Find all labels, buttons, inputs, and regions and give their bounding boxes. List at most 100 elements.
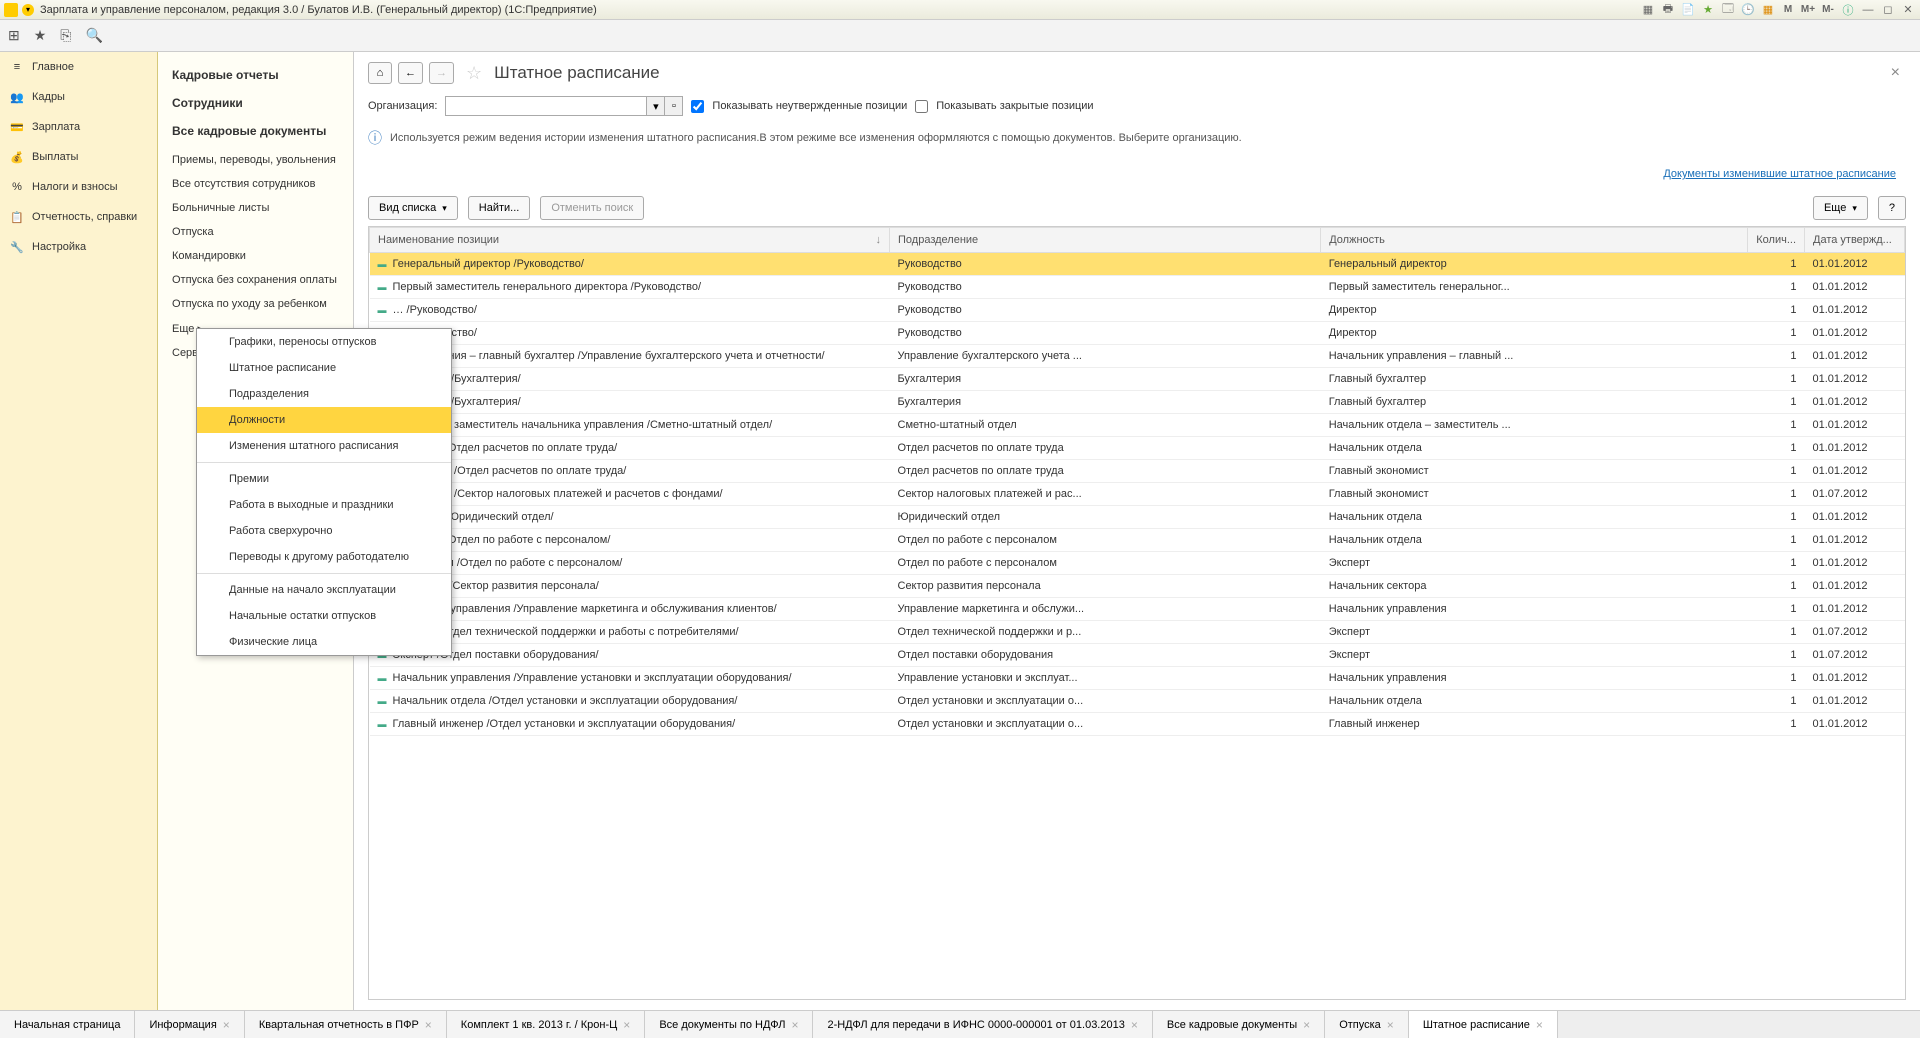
table-row[interactable]: ▬…кономист /Сектор налоговых платежей и …	[370, 483, 1905, 506]
subnav-header-employees[interactable]: Сотрудники	[158, 92, 353, 120]
popup-item-2[interactable]: Подразделения	[197, 381, 451, 407]
col-header-2[interactable]: Должность	[1321, 228, 1748, 253]
nav-item-6[interactable]: 🔧Настройка	[0, 232, 157, 262]
table-row[interactable]: ▬Начальник управления /Управление устано…	[370, 667, 1905, 690]
table-row[interactable]: ▬…категории /Отдел по работе с персонало…	[370, 552, 1905, 575]
subnav-item-6[interactable]: Отпуска по уходу за ребенком	[158, 292, 353, 316]
table-row[interactable]: ▬… отдела /Юридический отдел/Юридический…	[370, 506, 1905, 529]
popup-item-11[interactable]: Физические лица	[197, 629, 451, 655]
popup-item-4[interactable]: Изменения штатного расписания	[197, 433, 451, 459]
icon-calc[interactable]: 🗔	[1720, 3, 1736, 17]
icon-print[interactable]: 🖶	[1660, 3, 1676, 17]
popup-item-8[interactable]: Переводы к другому работодателю	[197, 544, 451, 570]
tab-6[interactable]: Все кадровые документы×	[1153, 1011, 1325, 1038]
subnav-header-reports[interactable]: Кадровые отчеты	[158, 64, 353, 92]
icon-grid[interactable]: ▦	[1640, 3, 1656, 17]
view-mode-button[interactable]: Вид списка	[368, 196, 458, 220]
minimize-button[interactable]: —	[1860, 3, 1876, 17]
table-row[interactable]: ▬… отдела /Отдел расчетов по оплате труд…	[370, 437, 1905, 460]
chk-closed[interactable]	[915, 100, 928, 113]
popup-item-5[interactable]: Премии	[197, 466, 451, 492]
tab-close-icon[interactable]: ×	[791, 1018, 798, 1032]
subnav-item-4[interactable]: Командировки	[158, 244, 353, 268]
tab-close-icon[interactable]: ×	[1131, 1018, 1138, 1032]
icon-star[interactable]: ★	[1700, 3, 1716, 17]
nav-item-3[interactable]: 💰Выплаты	[0, 142, 157, 172]
icon-clock[interactable]: 🕒	[1740, 3, 1756, 17]
popup-item-1[interactable]: Штатное расписание	[197, 355, 451, 381]
icon-doc[interactable]: 📄	[1680, 3, 1696, 17]
table-row[interactable]: ▬…ухгалтер /Бухгалтерия/БухгалтерияГлавн…	[370, 391, 1905, 414]
tab-close-icon[interactable]: ×	[1303, 1018, 1310, 1032]
table-row[interactable]: ▬… /Руководство/РуководствоДиректор101.0…	[370, 322, 1905, 345]
tab-3[interactable]: Комплект 1 кв. 2013 г. / Крон-Ц×	[447, 1011, 646, 1038]
table-row[interactable]: ▬Главный инженер /Отдел установки и эксп…	[370, 713, 1905, 736]
subnav-item-2[interactable]: Больничные листы	[158, 196, 353, 220]
subnav-item-1[interactable]: Все отсутствия сотрудников	[158, 172, 353, 196]
table-row[interactable]: ▬…кономист /Отдел расчетов по оплате тру…	[370, 460, 1905, 483]
tab-0[interactable]: Начальная страница	[0, 1011, 135, 1038]
tab-8[interactable]: Штатное расписание×	[1409, 1011, 1558, 1038]
tab-close-icon[interactable]: ×	[1387, 1018, 1394, 1032]
favorites-icon[interactable]: ★	[34, 27, 47, 44]
icon-m-plus[interactable]: M+	[1800, 3, 1816, 17]
table-row[interactable]: ▬Начальник управления /Управление маркет…	[370, 598, 1905, 621]
popup-item-10[interactable]: Начальные остатки отпусков	[197, 603, 451, 629]
close-page-button[interactable]: ×	[1885, 64, 1906, 82]
tab-close-icon[interactable]: ×	[623, 1018, 630, 1032]
popup-item-0[interactable]: Графики, переносы отпусков	[197, 329, 451, 355]
col-header-0[interactable]: Наименование позиции	[370, 228, 890, 253]
tab-7[interactable]: Отпуска×	[1325, 1011, 1409, 1038]
subnav-header-docs[interactable]: Все кадровые документы	[158, 120, 353, 148]
nav-item-1[interactable]: 👥Кадры	[0, 82, 157, 112]
tab-close-icon[interactable]: ×	[425, 1018, 432, 1032]
icon-m[interactable]: M	[1780, 3, 1796, 17]
help-button[interactable]: ?	[1878, 196, 1906, 220]
apps-icon[interactable]: ⊞	[8, 27, 20, 44]
find-button[interactable]: Найти...	[468, 196, 531, 220]
dropdown-icon[interactable]: ▾	[22, 4, 34, 16]
tab-close-icon[interactable]: ×	[223, 1018, 230, 1032]
popup-item-7[interactable]: Работа сверхурочно	[197, 518, 451, 544]
table-row[interactable]: ▬Начальник отдела /Отдел установки и экс…	[370, 690, 1905, 713]
popup-item-3[interactable]: Должности	[197, 407, 451, 433]
table-row[interactable]: ▬… отдела – заместитель начальника управ…	[370, 414, 1905, 437]
subnav-item-0[interactable]: Приемы, переводы, увольнения	[158, 148, 353, 172]
nav-item-2[interactable]: 💳Зарплата	[0, 112, 157, 142]
col-header-1[interactable]: Подразделение	[890, 228, 1321, 253]
tab-2[interactable]: Квартальная отчетность в ПФР×	[245, 1011, 447, 1038]
table-row[interactable]: ▬…ухгалтер /Бухгалтерия/БухгалтерияГлавн…	[370, 368, 1905, 391]
maximize-button[interactable]: ◻	[1880, 3, 1896, 17]
table-row[interactable]: ▬Эксперт /Отдел поставки оборудования/От…	[370, 644, 1905, 667]
tab-close-icon[interactable]: ×	[1536, 1018, 1543, 1032]
star-icon[interactable]: ☆	[466, 63, 482, 84]
nav-item-4[interactable]: %Налоги и взносы	[0, 172, 157, 202]
search-icon[interactable]: 🔍	[86, 27, 103, 44]
icon-calendar[interactable]: ▦	[1760, 3, 1776, 17]
icon-m-minus[interactable]: M-	[1820, 3, 1836, 17]
org-open-button[interactable]: ▫	[664, 97, 682, 115]
more-button[interactable]: Еще	[1813, 196, 1868, 220]
nav-item-5[interactable]: 📋Отчетность, справки	[0, 202, 157, 232]
back-button[interactable]: ←	[398, 62, 423, 84]
forward-button[interactable]: →	[429, 62, 454, 84]
table-row[interactable]: ▬Первый заместитель генерального директо…	[370, 276, 1905, 299]
popup-item-9[interactable]: Данные на начало эксплуатации	[197, 577, 451, 603]
tab-1[interactable]: Информация×	[135, 1011, 244, 1038]
icon-help[interactable]: ⓘ	[1840, 3, 1856, 17]
tab-5[interactable]: 2-НДФЛ для передачи в ИФНС 0000-000001 о…	[813, 1011, 1152, 1038]
table-row[interactable]: ▬… /Руководство/РуководствоДиректор101.0…	[370, 299, 1905, 322]
close-button[interactable]: ✕	[1900, 3, 1916, 17]
col-header-3[interactable]: Колич...	[1748, 228, 1805, 253]
col-header-4[interactable]: Дата утвержд...	[1805, 228, 1905, 253]
history-icon[interactable]: ⎘	[60, 27, 71, 44]
popup-item-6[interactable]: Работа в выходные и праздники	[197, 492, 451, 518]
home-button[interactable]: ⌂	[368, 62, 392, 84]
subnav-item-5[interactable]: Отпуска без сохранения оплаты	[158, 268, 353, 292]
cancel-find-button[interactable]: Отменить поиск	[540, 196, 644, 220]
tab-4[interactable]: Все документы по НДФЛ×	[645, 1011, 813, 1038]
nav-item-0[interactable]: ≡Главное	[0, 52, 157, 82]
table-row[interactable]: ▬… отдела /Отдел по работе с персоналом/…	[370, 529, 1905, 552]
history-docs-link[interactable]: Документы изменившие штатное расписание	[1663, 168, 1896, 180]
table-row[interactable]: ▬Эксперт /Отдел технической поддержки и …	[370, 621, 1905, 644]
